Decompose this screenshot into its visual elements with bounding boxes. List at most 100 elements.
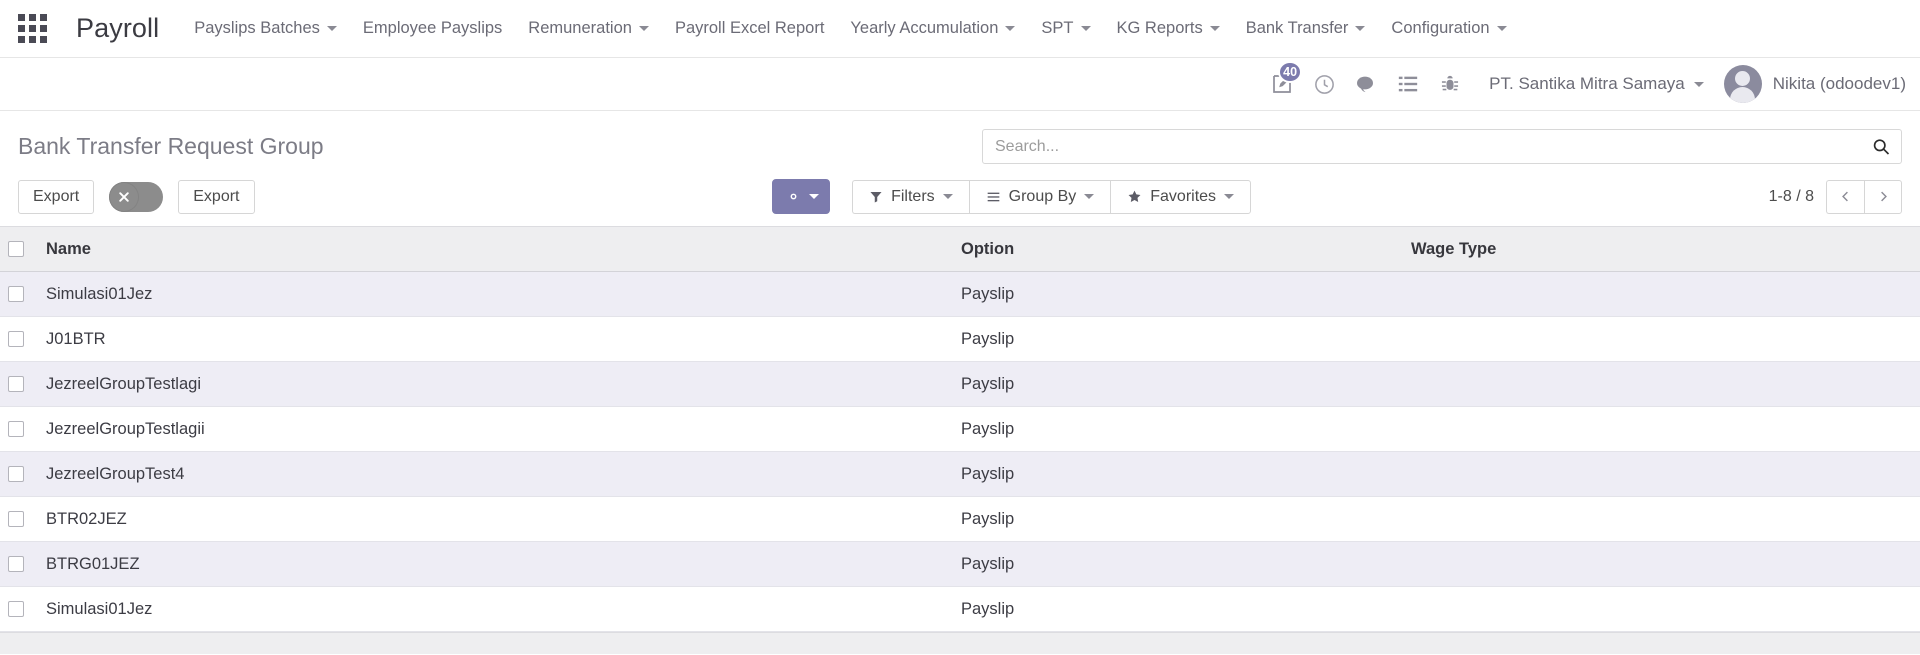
company-switcher[interactable]: PT. Santika Mitra Samaya [1471, 70, 1718, 98]
filter-button-group: Filters Group By Favorites [852, 179, 1252, 214]
row-checkbox[interactable] [8, 466, 24, 483]
menu-item-yearly-accumulation[interactable]: Yearly Accumulation [837, 13, 1028, 44]
table-row[interactable]: JezreelGroupTestlagii Payslip [0, 406, 1920, 452]
search-area [982, 129, 1902, 164]
list-footer-band [0, 632, 1920, 654]
menu-item-label: Yearly Accumulation [850, 19, 999, 37]
search-input[interactable] [982, 129, 1902, 164]
list-icon[interactable] [1387, 64, 1429, 104]
column-header-name[interactable]: Name [36, 226, 951, 272]
table-header: Name Option Wage Type [0, 226, 1920, 272]
activities-badge: 40 [1278, 61, 1303, 83]
chevron-down-icon [1224, 194, 1235, 199]
row-select-cell [0, 586, 36, 632]
export-button-right[interactable]: Export [178, 179, 255, 214]
table-row[interactable]: Simulasi01Jez Payslip [0, 586, 1920, 632]
apps-grid-icon[interactable] [10, 7, 54, 51]
row-checkbox[interactable] [8, 601, 24, 618]
cell-name: BTR02JEZ [36, 496, 951, 542]
table-row[interactable]: J01BTR Payslip [0, 316, 1920, 362]
pager-next-button[interactable] [1864, 179, 1902, 214]
chevron-down-icon [1209, 26, 1220, 31]
cell-wage-type [1401, 361, 1920, 407]
clear-toggle[interactable] [109, 181, 164, 212]
cell-option: Payslip [951, 496, 1401, 542]
row-select-cell [0, 451, 36, 497]
cell-wage-type [1401, 496, 1920, 542]
chevron-down-icon [638, 26, 649, 31]
table-row[interactable]: BTR02JEZ Payslip [0, 496, 1920, 542]
cell-name: J01BTR [36, 316, 951, 362]
table-row[interactable]: BTRG01JEZ Payslip [0, 541, 1920, 587]
column-header-option[interactable]: Option [951, 226, 1401, 272]
chevron-down-icon [1496, 26, 1507, 31]
main-menu: Payslips Batches Employee Payslips Remuner… [181, 13, 1519, 44]
row-select-cell [0, 541, 36, 587]
chevron-down-icon [942, 194, 953, 199]
menu-item-label: KG Reports [1116, 19, 1203, 37]
clock-icon[interactable] [1303, 64, 1345, 104]
menu-item-bank-transfer[interactable]: Bank Transfer [1233, 13, 1379, 44]
app-title: Payroll [76, 13, 160, 43]
cell-option: Payslip [951, 406, 1401, 452]
menu-item-configuration[interactable]: Configuration [1378, 13, 1519, 44]
cell-option: Payslip [951, 451, 1401, 497]
row-checkbox[interactable] [8, 286, 24, 303]
cell-wage-type [1401, 406, 1920, 452]
control-panel-top: Bank Transfer Request Group [18, 111, 1902, 164]
menu-item-remuneration[interactable]: Remuneration [515, 13, 662, 44]
table-row[interactable]: JezreelGroupTestlagi Payslip [0, 361, 1920, 407]
group-by-label: Group By [1008, 187, 1077, 205]
gear-icon[interactable] [772, 179, 831, 214]
chevron-down-icon [1005, 26, 1016, 31]
group-by-button[interactable]: Group By [968, 179, 1111, 214]
user-name: Nikita (odoodev1) [1772, 74, 1906, 93]
row-checkbox[interactable] [8, 376, 24, 393]
menu-item-kg-reports[interactable]: KG Reports [1104, 13, 1233, 44]
menu-item-label: Payroll Excel Report [674, 19, 825, 37]
chevron-down-icon [1693, 81, 1704, 87]
export-button-left[interactable]: Export [18, 179, 95, 214]
bug-icon[interactable] [1429, 64, 1471, 104]
select-all-checkbox[interactable] [8, 241, 24, 258]
table-row[interactable]: JezreelGroupTest4 Payslip [0, 451, 1920, 497]
chevron-left-icon [1842, 191, 1848, 202]
pager-buttons [1826, 179, 1902, 214]
menu-item-spt[interactable]: SPT [1028, 13, 1103, 44]
menu-item-payslips-batches[interactable]: Payslips Batches [181, 13, 350, 44]
chevron-down-icon [1355, 26, 1366, 31]
cell-option: Payslip [951, 271, 1401, 317]
row-checkbox[interactable] [8, 421, 24, 438]
menu-item-label: SPT [1041, 19, 1074, 37]
row-select-cell [0, 361, 36, 407]
menu-item-employee-payslips[interactable]: Employee Payslips [350, 13, 515, 44]
filters-button[interactable]: Filters [852, 179, 969, 214]
menu-item-label: Configuration [1391, 19, 1490, 37]
chat-bubble-icon[interactable] [1345, 64, 1387, 104]
view-controls: Filters Group By Favorites [772, 179, 1252, 214]
chevron-down-icon [1084, 194, 1095, 199]
cell-option: Payslip [951, 316, 1401, 362]
company-name: PT. Santika Mitra Samaya [1489, 74, 1685, 93]
row-checkbox[interactable] [8, 511, 24, 528]
user-menu[interactable]: Nikita (odoodev1) [1718, 65, 1906, 103]
column-header-wage-type[interactable]: Wage Type [1401, 226, 1920, 272]
row-checkbox[interactable] [8, 556, 24, 573]
close-x-icon [109, 181, 140, 212]
table-row[interactable]: Simulasi01Jez Payslip [0, 271, 1920, 317]
cell-option: Payslip [951, 361, 1401, 407]
chevron-down-icon [1080, 26, 1091, 31]
pager-previous-button[interactable] [1826, 179, 1864, 214]
cell-name: BTRG01JEZ [36, 541, 951, 587]
search-icon[interactable] [1868, 134, 1894, 160]
table-body: Simulasi01Jez Payslip J01BTR Payslip Jezreel… [0, 271, 1920, 632]
avatar [1723, 65, 1762, 103]
menu-item-payroll-excel-report[interactable]: Payroll Excel Report [662, 13, 837, 44]
row-checkbox[interactable] [8, 331, 24, 348]
cell-name: JezreelGroupTest4 [36, 451, 951, 497]
menu-item-label: Payslips Batches [194, 19, 320, 37]
note-edit-icon[interactable]: 40 [1261, 61, 1303, 104]
cell-wage-type [1401, 316, 1920, 362]
favorites-button[interactable]: Favorites [1110, 179, 1252, 214]
select-all-header [0, 226, 36, 272]
